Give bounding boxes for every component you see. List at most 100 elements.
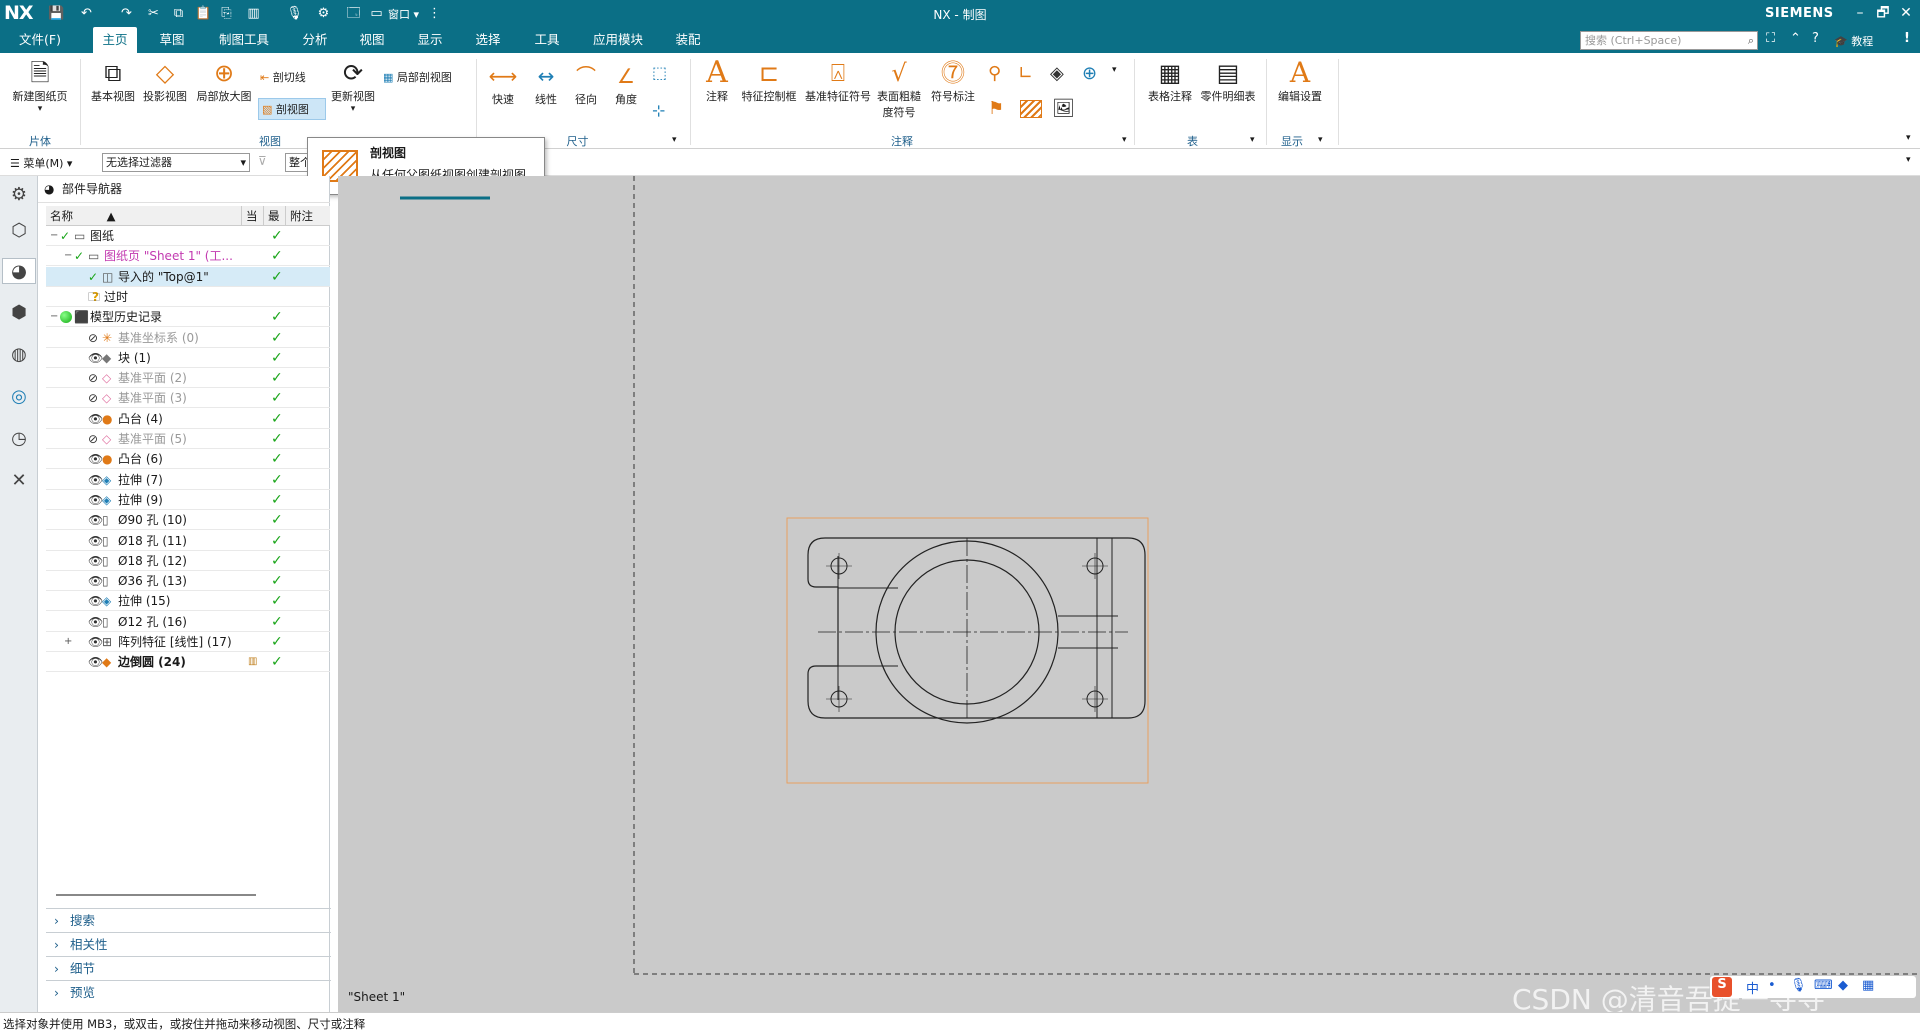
tab-tools[interactable]: 工具 xyxy=(527,27,567,53)
gear-icon[interactable]: ⚙ xyxy=(6,182,32,208)
tutorial-link[interactable]: 🎓 教程 xyxy=(1834,33,1873,49)
surface-finish-button[interactable]: √ 表面粗糙 度符号 xyxy=(874,58,924,120)
top-view[interactable] xyxy=(786,517,1149,784)
tab-view[interactable]: 视图 xyxy=(352,27,392,53)
tree-row[interactable]: 👁 ◆ 块 (1) ✓ xyxy=(46,348,330,368)
detail-view-button[interactable]: ⊕ 局部放大图 xyxy=(193,58,255,104)
web-browser-icon[interactable]: ◎ xyxy=(6,384,32,410)
tree-row[interactable]: 👁 ▯ Ø18 孔 (12) ✓ xyxy=(46,551,330,571)
reuse-library-icon[interactable]: ⬢ xyxy=(6,300,32,326)
radial-dim-button[interactable]: ⌒ 径向 xyxy=(568,61,604,107)
target-point-icon[interactable]: ⊕ xyxy=(1082,63,1097,84)
tree-row[interactable]: + 👁 ⊞ 阵列特征 [线性] (17) ✓ xyxy=(46,632,330,652)
chevron-down-icon[interactable]: ▾ xyxy=(672,135,677,145)
tab-drafting-tools[interactable]: 制图工具 xyxy=(210,27,278,53)
visible-eye-icon[interactable]: 👁 xyxy=(88,632,103,652)
visible-eye-icon[interactable]: 👁 xyxy=(88,409,103,429)
tree-row[interactable]: 👁 ● 凸台 (4) ✓ xyxy=(46,409,330,429)
details-section[interactable]: › 细节 xyxy=(46,956,331,980)
filter-icon[interactable]: ⊽ xyxy=(258,154,267,168)
tree-row[interactable]: 👁 ▯ Ø18 孔 (11) ✓ xyxy=(46,531,330,551)
new-sheet-button[interactable]: 🗎 新建图纸页 ▾ xyxy=(8,58,72,114)
tree-row[interactable]: 👁 ▯ Ø36 孔 (13) ✓ xyxy=(46,571,330,592)
base-view-button[interactable]: ⧉ 基本视图 xyxy=(88,58,138,104)
parts-list-button[interactable]: ▤ 零件明细表 xyxy=(1198,58,1258,104)
hidden-eye-icon[interactable]: ⊘ xyxy=(88,368,98,388)
ribbon-options-icon[interactable]: ▾ xyxy=(1906,133,1911,143)
expand-toggle-icon[interactable]: − xyxy=(50,307,58,327)
tree-row[interactable]: − ⬛ 模型历史记录 ✓ xyxy=(46,307,330,328)
column-current[interactable]: 当 xyxy=(242,206,264,226)
drawing-sheet[interactable] xyxy=(338,176,1920,1015)
minimize-button[interactable]: – xyxy=(1850,3,1870,23)
chevron-down-icon[interactable]: ▾ xyxy=(1318,135,1323,145)
hidden-eye-icon[interactable]: ⊘ xyxy=(88,429,98,449)
ordinate-dim-icon[interactable]: ⊹ xyxy=(652,101,665,120)
image-icon[interactable]: 🖼 xyxy=(1052,98,1075,119)
search-section[interactable]: › 搜索 xyxy=(46,908,331,932)
close-button[interactable]: ✕ xyxy=(1896,3,1916,23)
tree-row[interactable]: ⊘ ◇ 基准平面 (3) ✓ xyxy=(46,388,330,409)
type-filter-select[interactable]: 无选择过滤器 ▾ xyxy=(102,153,250,172)
hidden-eye-icon[interactable]: ⊘ xyxy=(88,388,98,408)
punctuation-icon[interactable]: • xyxy=(1768,978,1776,993)
tree-row[interactable]: ✓ ◫ 导入的 "Top@1" ✓ xyxy=(46,266,330,287)
file-menu[interactable]: 文件(F) xyxy=(10,27,70,53)
restore-button[interactable]: 🗗 xyxy=(1873,3,1893,23)
keyboard-icon[interactable]: ⌨ xyxy=(1814,978,1833,993)
visible-eye-icon[interactable]: 👁 xyxy=(88,348,103,368)
collapse-ribbon-icon[interactable]: ⌃ xyxy=(1790,31,1801,46)
break-out-section-button[interactable]: ▦ 局部剖视图 xyxy=(383,67,452,89)
microphone-icon[interactable]: 🎙 xyxy=(1790,978,1807,993)
edit-settings-button[interactable]: A 编辑设置 xyxy=(1272,58,1328,104)
column-latest[interactable]: 最 xyxy=(264,206,286,226)
info-icon[interactable]: ! xyxy=(1904,31,1910,46)
chevron-down-icon[interactable]: ▾ xyxy=(1250,135,1255,145)
tab-display[interactable]: 显示 xyxy=(410,27,450,53)
projected-view-button[interactable]: ◇ 投影视图 xyxy=(140,58,190,104)
chevron-down-icon[interactable]: ▾ xyxy=(1122,135,1127,145)
tabular-note-button[interactable]: ▦ 表格注释 xyxy=(1140,58,1200,104)
tree-row[interactable]: 👁 ◆ 边倒圆 (24) ▥ ✓ xyxy=(46,652,330,673)
linear-dim-button[interactable]: ↔ 线性 xyxy=(528,61,564,107)
note-button[interactable]: A 注释 xyxy=(697,58,737,104)
help-icon[interactable]: ? xyxy=(1812,31,1819,46)
toolbox-icon[interactable]: ▦ xyxy=(1862,978,1874,993)
tab-assembly[interactable]: 装配 xyxy=(668,27,708,53)
id-symbol-button[interactable]: ⓻ 符号标注 xyxy=(928,58,978,104)
search-input[interactable]: 搜索 (Ctrl+Space) ⌕ xyxy=(1580,31,1758,50)
graphics-window[interactable]: "Sheet 1" CSDN @清音吾提一寻寻 xyxy=(338,176,1920,1016)
datum-symbol-button[interactable]: ⍓ 基准特征符号 xyxy=(804,58,872,104)
tree-row[interactable]: ⊘ ✳ 基准坐标系 (0) ✓ xyxy=(46,328,330,348)
expand-toggle-icon[interactable]: − xyxy=(50,226,58,246)
tab-home[interactable]: 主页 xyxy=(93,27,137,54)
sogou-icon[interactable]: S xyxy=(1712,977,1732,997)
visible-eye-icon[interactable]: 👁 xyxy=(88,612,103,632)
assembly-navigator-icon[interactable]: ⬡ xyxy=(6,218,32,244)
fullscreen-icon[interactable]: ⛶ xyxy=(1766,31,1775,46)
visible-eye-icon[interactable]: 👁 xyxy=(88,490,103,510)
chevron-down-icon[interactable]: ▾ xyxy=(1112,65,1117,75)
tab-select[interactable]: 选择 xyxy=(468,27,508,53)
angular-dim-button[interactable]: ∠ 角度 xyxy=(608,61,644,107)
visible-eye-icon[interactable]: 👁 xyxy=(88,531,103,551)
dependencies-section[interactable]: › 相关性 xyxy=(46,932,331,956)
fcf-button[interactable]: ⊏ 特征控制框 xyxy=(740,58,798,104)
horizontal-scrollbar[interactable] xyxy=(56,894,256,896)
tree-row[interactable]: 👁 ◈ 拉伸 (9) ✓ xyxy=(46,490,330,510)
tree-row[interactable]: ⊘ ◇ 基准平面 (2) ✓ xyxy=(46,368,330,389)
visible-eye-icon[interactable]: 👁 xyxy=(88,591,103,611)
visible-eye-icon[interactable]: 👁 xyxy=(88,652,103,672)
tree-row[interactable]: 👁 ◈ 拉伸 (7) ✓ xyxy=(46,470,330,490)
skin-icon[interactable]: ◆ xyxy=(1838,978,1848,993)
section-line-button[interactable]: ⇤ 剖切线 xyxy=(260,67,306,89)
part-navigator-icon[interactable]: ◕ xyxy=(2,258,36,284)
visible-eye-icon[interactable]: 👁 xyxy=(88,551,103,571)
tab-analysis[interactable]: 分析 xyxy=(295,27,335,53)
tree-row[interactable]: − ✓ ▭ 图纸页 "Sheet 1" (工... ✓ xyxy=(46,246,330,267)
clock-icon[interactable]: ◷ xyxy=(6,426,32,452)
flag-icon[interactable]: ⚑ xyxy=(988,98,1004,119)
tree-row[interactable]: 👁 ▯ Ø12 孔 (16) ✓ xyxy=(46,612,330,632)
visible-eye-icon[interactable]: 👁 xyxy=(88,571,103,591)
fill-icon[interactable]: ◈ xyxy=(1050,63,1064,84)
